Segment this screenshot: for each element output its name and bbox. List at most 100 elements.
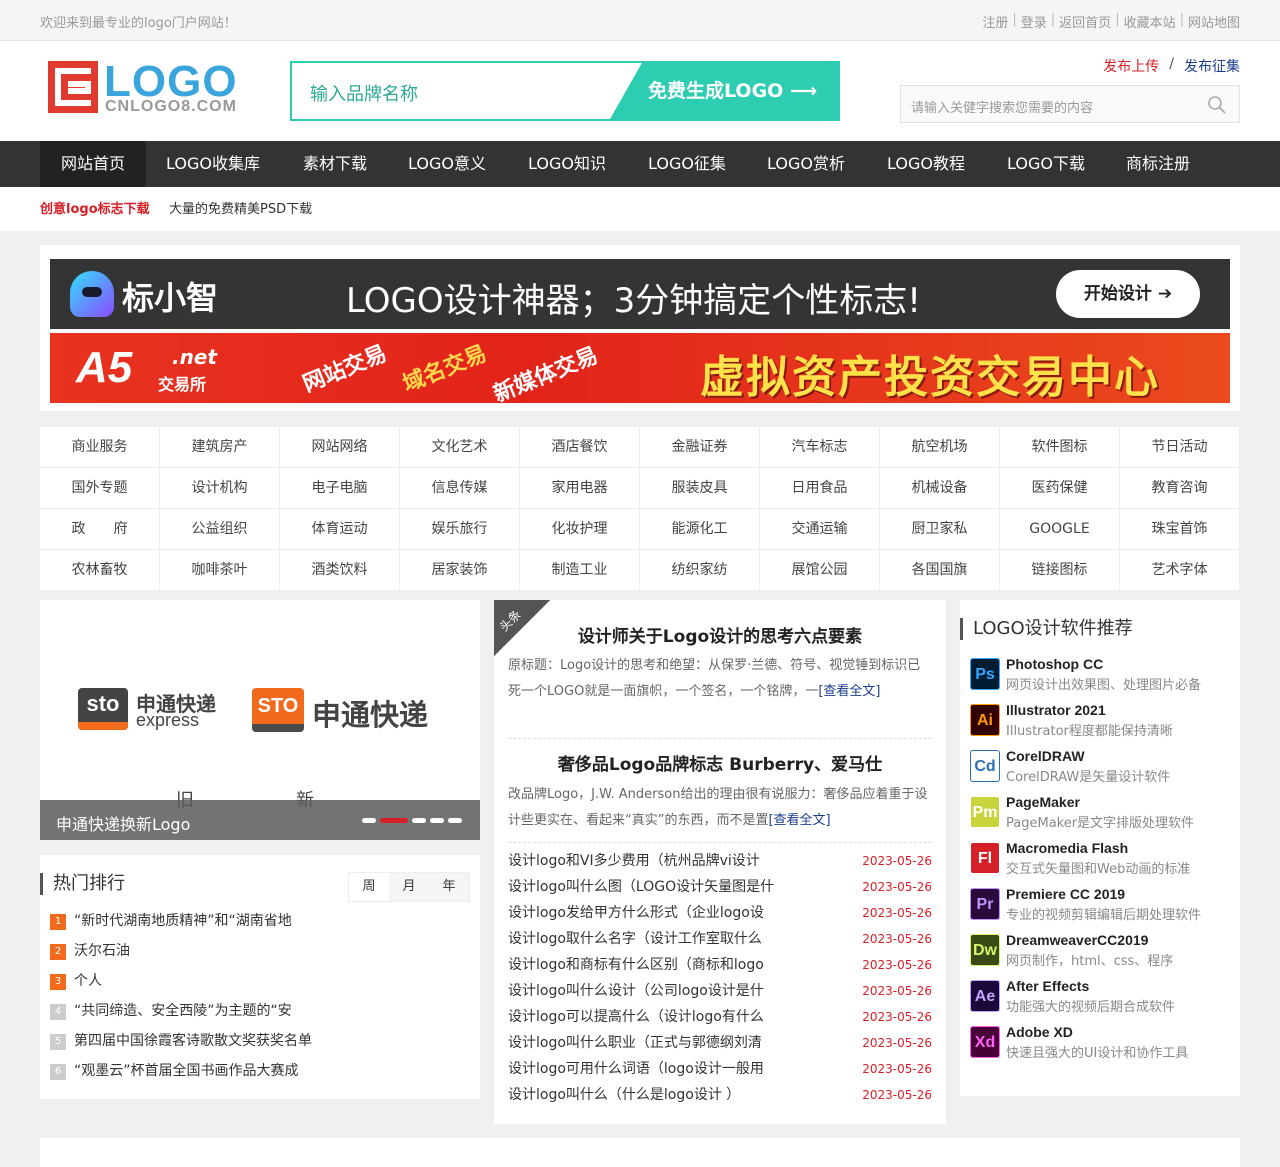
news-title[interactable]: 设计logo叫什么图（LOGO设计矢量图是什 — [508, 879, 774, 895]
category-link[interactable]: 机械设备 — [880, 468, 1000, 509]
article-1-more-link[interactable]: [查看全文] — [818, 684, 880, 699]
category-link[interactable]: 体育运动 — [280, 509, 400, 550]
category-link[interactable]: 交通运输 — [760, 509, 880, 550]
category-link[interactable]: 设计机构 — [160, 468, 280, 509]
ranking-item[interactable]: 6 “观墨云”杯首届全国书画作品大赛成 — [50, 1061, 299, 1081]
category-link[interactable]: 农林畜牧 — [40, 550, 160, 591]
category-link[interactable]: 娱乐旅行 — [400, 509, 520, 550]
a5-banner[interactable]: A5 .net 交易所 网站交易 域名交易 新媒体交易 虚拟资产投资交易中心 — [50, 333, 1230, 403]
news-title[interactable]: 设计logo可用什么词语（logo设计一般用 — [508, 1061, 764, 1077]
news-item[interactable]: 设计logo可以提高什么（设计logo有什么 2023-05-26 — [508, 1004, 932, 1030]
software-item[interactable]: Ps Photoshop CC 网页设计出效果图、处理图片必备 — [970, 656, 1240, 702]
category-link[interactable]: 居家装饰 — [400, 550, 520, 591]
software-item[interactable]: Ae After Effects 功能强大的视频后期合成软件 — [970, 978, 1240, 1024]
category-link[interactable]: 家用电器 — [520, 468, 640, 509]
news-item[interactable]: 设计logo叫什么职业（正式与郭德纲刘清 2023-05-26 — [508, 1030, 932, 1056]
category-link[interactable]: 公益组织 — [160, 509, 280, 550]
bookmark-link[interactable]: 收藏本站 — [1124, 12, 1176, 31]
category-link[interactable]: 航空机场 — [880, 427, 1000, 468]
category-link[interactable]: 日用食品 — [760, 468, 880, 509]
article-2-more-link[interactable]: [查看全文] — [768, 813, 830, 828]
category-link[interactable]: 汽车标志 — [760, 427, 880, 468]
nav-item-logo-knowledge[interactable]: LOGO知识 — [517, 141, 617, 187]
start-design-button[interactable]: 开始设计 ➔ — [1056, 270, 1200, 318]
publish-collect-link[interactable]: 发布征集 — [1184, 56, 1240, 76]
ranking-item[interactable]: 3 个人 — [50, 971, 102, 991]
nav-item-logo-collect[interactable]: LOGO征集 — [637, 141, 737, 187]
category-link[interactable]: 咖啡茶叶 — [160, 550, 280, 591]
article-1-title[interactable]: 设计师关于Logo设计的思考六点要素 — [494, 622, 946, 647]
software-name[interactable]: PageMaker — [1006, 794, 1080, 810]
search-icon[interactable] — [1207, 95, 1227, 115]
category-link[interactable]: 软件图标 — [1000, 427, 1120, 468]
nav-item-home[interactable]: 网站首页 — [40, 141, 146, 187]
generate-logo-button[interactable]: 免费生成LOGO ⟶ — [610, 63, 838, 119]
category-link[interactable]: 链接图标 — [1000, 550, 1120, 591]
category-link[interactable]: 制造工业 — [520, 550, 640, 591]
ranking-item[interactable]: 5 第四届中国徐霞客诗歌散文奖获奖名单 — [50, 1031, 312, 1051]
category-link[interactable]: 能源化工 — [640, 509, 760, 550]
news-item[interactable]: 设计logo叫什么（什么是logo设计 ） 2023-05-26 — [508, 1082, 932, 1108]
news-item[interactable]: 设计logo和商标有什么区别（商标和logo 2023-05-26 — [508, 952, 932, 978]
software-item[interactable]: Fl Macromedia Flash 交互式矢量图和Web动画的标准 — [970, 840, 1240, 886]
tab-week[interactable]: 周 — [349, 873, 389, 901]
category-link[interactable]: GOOGLE — [1000, 509, 1120, 550]
category-link[interactable]: 各国国旗 — [880, 550, 1000, 591]
software-name[interactable]: After Effects — [1006, 978, 1089, 994]
news-title[interactable]: 设计logo叫什么（什么是logo设计 ） — [508, 1087, 740, 1103]
ranking-item[interactable]: 2 沃尔石油 — [50, 941, 130, 961]
brand-name-input[interactable]: 输入品牌名称 — [310, 80, 418, 106]
nav-item-logo-tutorial[interactable]: LOGO教程 — [876, 141, 976, 187]
news-title[interactable]: 设计logo取什么名字（设计工作室取什么 — [508, 931, 762, 947]
news-title[interactable]: 设计logo和VI多少费用（杭州品牌vi设计 — [508, 853, 760, 869]
nav-item-logo-download[interactable]: LOGO下载 — [996, 141, 1096, 187]
category-link[interactable]: 建筑房产 — [160, 427, 280, 468]
software-item[interactable]: Pr Premiere CC 2019 专业的视频剪辑编辑后期处理软件 — [970, 886, 1240, 932]
slider-dot[interactable] — [412, 818, 426, 823]
slider-dot[interactable] — [362, 818, 376, 823]
category-link[interactable]: 酒店餐饮 — [520, 427, 640, 468]
home-link[interactable]: 返回首页 — [1059, 12, 1111, 31]
news-item[interactable]: 设计logo发给甲方什么形式（企业logo设 2023-05-26 — [508, 900, 932, 926]
biaoxiaozhi-banner[interactable]: 标小智 LOGO设计神器；3分钟搞定个性标志! 开始设计 ➔ — [50, 259, 1230, 329]
psd-download-link[interactable]: 大量的免费精美PSD下载 — [169, 198, 312, 217]
creative-logo-link[interactable]: 创意logo标志下载 — [40, 198, 150, 217]
software-name[interactable]: Illustrator 2021 — [1006, 702, 1106, 718]
slider-dot[interactable] — [380, 818, 408, 823]
category-link[interactable]: 展馆公园 — [760, 550, 880, 591]
category-link[interactable]: 珠宝首饰 — [1120, 509, 1240, 550]
category-link[interactable]: 化妆护理 — [520, 509, 640, 550]
news-item[interactable]: 设计logo叫什么图（LOGO设计矢量图是什 2023-05-26 — [508, 874, 932, 900]
category-link[interactable]: 酒类饮料 — [280, 550, 400, 591]
nav-item-materials[interactable]: 素材下载 — [290, 141, 380, 187]
category-link[interactable]: 商业服务 — [40, 427, 160, 468]
software-item[interactable]: Xd Adobe XD 快速且强大的UI设计和协作工具 — [970, 1024, 1240, 1070]
category-link[interactable]: 电子电脑 — [280, 468, 400, 509]
category-link[interactable]: 政 府 — [40, 509, 160, 550]
news-title[interactable]: 设计logo叫什么设计（公司logo设计是什 — [508, 983, 764, 999]
nav-item-logo-library[interactable]: LOGO收集库 — [153, 141, 273, 187]
ranking-item[interactable]: 1 “新时代湖南地质精神”和“湖南省地 — [50, 911, 292, 931]
software-name[interactable]: Adobe XD — [1006, 1024, 1073, 1040]
news-title[interactable]: 设计logo发给甲方什么形式（企业logo设 — [508, 905, 764, 921]
sitemap-link[interactable]: 网站地图 — [1188, 12, 1240, 31]
ranking-item[interactable]: 4 “共同缔造、安全西陵”为主题的“安 — [50, 1001, 292, 1021]
category-link[interactable]: 信息传媒 — [400, 468, 520, 509]
featured-slider[interactable]: sto 申通快递 express STO 申通快递 旧 新 申通快递换新Logo — [40, 600, 480, 840]
category-link[interactable]: 厨卫家私 — [880, 509, 1000, 550]
category-link[interactable]: 网站网络 — [280, 427, 400, 468]
category-link[interactable]: 服装皮具 — [640, 468, 760, 509]
software-item[interactable]: Pm PageMaker PageMaker是文字排版处理软件 — [970, 794, 1240, 840]
software-name[interactable]: CorelDRAW — [1006, 748, 1085, 764]
nav-item-logo-appreciate[interactable]: LOGO赏析 — [756, 141, 856, 187]
site-logo[interactable]: LOGO CNLOGO8.COM — [48, 57, 260, 117]
news-title[interactable]: 设计logo和商标有什么区别（商标和logo — [508, 957, 764, 973]
category-link[interactable]: 医药保健 — [1000, 468, 1120, 509]
category-link[interactable]: 国外专题 — [40, 468, 160, 509]
news-title[interactable]: 设计logo叫什么职业（正式与郭德纲刘清 — [508, 1035, 762, 1051]
search-box[interactable]: 请输入关健字搜索您需要的内容 — [900, 85, 1240, 123]
article-2-title[interactable]: 奢侈品Logo品牌标志 Burberry、爱马仕 — [494, 750, 946, 775]
category-link[interactable]: 教育咨询 — [1120, 468, 1240, 509]
software-item[interactable]: Dw DreamweaverCC2019 网页制作，html、css、程序 — [970, 932, 1240, 978]
category-link[interactable]: 金融证券 — [640, 427, 760, 468]
